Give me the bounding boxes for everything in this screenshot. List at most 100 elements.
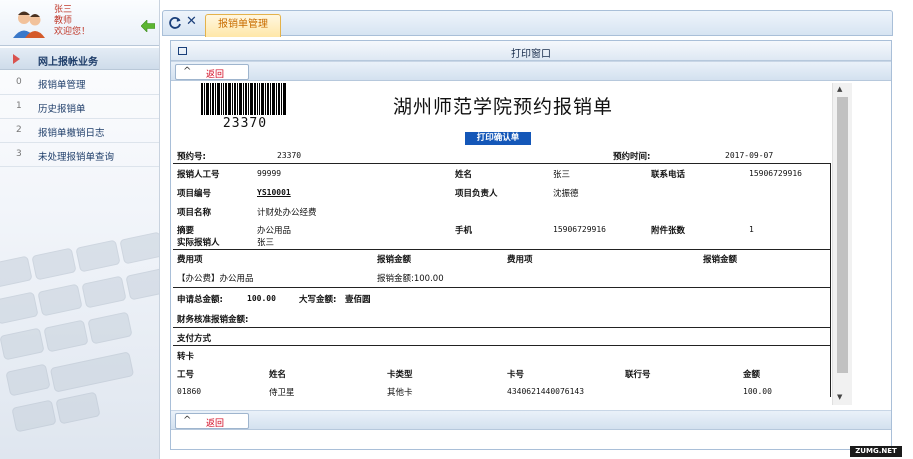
divider [173,163,831,164]
reservation-no: 23370 [277,151,302,160]
card-col-card-no: 卡号 [507,370,525,380]
expense-amount-header: 报销金额 [377,255,412,265]
name-value: 张三 [553,170,571,180]
close-icon[interactable]: ✕ [186,14,197,30]
sidebar: 张三 教师 欢迎您！ 网上报帐业务 0 报销单管理 1 历史报销单 2 报销单撤… [0,0,160,459]
card-amount: 100.00 [743,387,772,396]
user-avatar-icon [13,11,45,38]
payment-label: 支付方式 [177,334,212,344]
expense-amount-header-2: 报销金额 [703,255,738,265]
print-window-titlebar: 打印窗口 [171,41,891,61]
expense-amount-value: 报销金额:100.00 [377,274,444,284]
card-col-amount: 金额 [743,370,761,380]
menu-item-label: 报销单管理 [38,80,86,91]
back-label: 返回 [206,419,225,429]
capital-label: 大写金额: [299,295,337,305]
apply-total-value: 100.00 [247,294,276,303]
menu-section-label: 网上报帐业务 [38,57,98,68]
bottom-back-bar: ^ 返回 [171,410,891,430]
audit-label: 财务核准报销金额: [177,315,249,325]
menu-item-index: 0 [16,77,22,87]
project-name-value: 计财处办公经费 [257,208,317,218]
menu-section-online-accounting[interactable]: 网上报帐业务 [0,48,159,70]
expense-item-value: 【办公费】办公用品 [177,274,254,284]
collapse-arrow-icon[interactable] [141,20,155,32]
user-text: 张三 教师 欢迎您！ [54,5,90,38]
mobile-value: 15906729916 [553,225,606,234]
project-lead-label: 项目负责人 [455,189,498,199]
menu-item-label: 报销单撤销日志 [38,128,105,139]
phone-value: 15906729916 [749,169,802,178]
user-role: 教师 [54,16,73,26]
divider [173,345,831,346]
print-confirm-button[interactable]: 打印确认单 [465,132,531,145]
transfer-label: 转卡 [177,352,195,362]
apply-total-label: 申请总金额: [177,295,223,305]
card-col-card-type: 卡类型 [387,370,413,380]
reservation-time: 2017-09-07 [725,151,774,160]
menu-item-index: 1 [16,101,22,111]
card-col-bank-no: 联行号 [625,370,651,380]
sidebar-item-unprocessed-query[interactable]: 3 未处理报销单查询 [0,143,159,167]
menu-item-label: 历史报销单 [38,104,86,115]
right-border [830,163,831,397]
capital-value: 壹佰圆 [345,295,371,305]
back-button-top[interactable]: ^ 返回 [175,64,249,80]
summary-value: 办公用品 [257,226,292,236]
barcode-image [201,83,286,115]
staff-no-label: 报销人工号 [177,170,220,180]
sidebar-item-history[interactable]: 1 历史报销单 [0,95,159,119]
mobile-label: 手机 [455,226,473,236]
card-no: 4340621440076143 [507,387,585,396]
name-label: 姓名 [455,170,473,180]
card-name: 侍卫星 [269,388,295,398]
sidebar-item-reimbursement-management[interactable]: 0 报销单管理 [0,71,159,95]
tab-strip: ✕ 报销单管理 [162,10,893,37]
back-button-bottom[interactable]: ^ 返回 [175,413,249,429]
print-window: 打印窗口 ^ 返回 23370 湖州师范学院预约报销单 打印确认单 预约号: 2… [170,40,892,450]
card-col-staff-no: 工号 [177,370,195,380]
barcode-number: 23370 [222,116,268,131]
phone-label: 联系电话 [651,170,686,180]
reimbursement-document: 23370 湖州师范学院预约报销单 打印确认单 预约号: 23370 预约时间:… [173,83,831,405]
main-area: ✕ 报销单管理 打印窗口 ^ 返回 23370 湖州师范学院预约报销单 打印确认… [162,0,913,459]
refresh-icon[interactable] [168,16,182,30]
expense-item-header: 费用项 [177,255,203,265]
keyboard-background-image [0,232,159,432]
blank-image-area [685,83,797,130]
card-col-name: 姓名 [269,370,287,380]
menu-item-index: 2 [16,125,22,135]
scroll-up-icon[interactable]: ▲ [837,85,842,93]
divider [173,327,831,328]
project-name-label: 项目名称 [177,208,212,218]
sidebar-item-revocation-log[interactable]: 2 报销单撤销日志 [0,119,159,143]
divider [173,249,831,250]
print-window-title: 打印窗口 [511,49,551,60]
staff-no: 99999 [257,169,282,178]
user-greeting: 欢迎您！ [54,27,91,37]
chevron-up-icon: ^ [183,415,192,426]
actual-person-label: 实际报销人 [177,238,220,248]
menu-item-label: 未处理报销单查询 [38,152,115,163]
back-label: 返回 [206,70,225,80]
chevron-up-icon: ^ [183,66,192,77]
reservation-time-label: 预约时间: [613,152,651,162]
scroll-down-icon[interactable]: ▼ [837,393,842,401]
summary-label: 摘要 [177,226,195,236]
site-watermark: ZUMG.NET [850,446,902,457]
scroll-thumb[interactable] [837,97,848,373]
actual-person-value: 张三 [257,238,275,248]
project-no-link[interactable]: YS10001 [257,188,291,197]
top-back-bar: ^ 返回 [171,61,891,81]
attach-label: 附件张数 [651,226,686,236]
attach-value: 1 [749,225,754,234]
tab-reimbursement-management[interactable]: 报销单管理 [205,14,281,37]
section-arrow-icon [13,54,20,64]
menu-item-index: 3 [16,149,22,159]
user-name: 张三 [54,5,73,15]
document-scrollbar[interactable]: ▲ ▼ [832,83,852,405]
reservation-no-label: 预约号: [177,152,206,162]
divider [173,287,831,288]
document-title: 湖州师范学院预约报销单 [392,96,613,118]
expense-item-header-2: 费用项 [507,255,533,265]
